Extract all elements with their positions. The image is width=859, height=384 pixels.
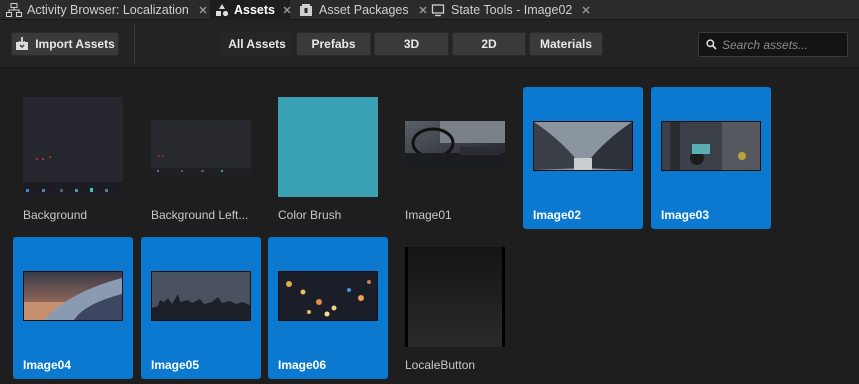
asset-label: Image05: [151, 358, 200, 372]
asset-label: Image04: [23, 358, 72, 372]
search-box[interactable]: [698, 32, 848, 57]
filter-label: Materials: [539, 37, 593, 51]
asset-tile-image02[interactable]: Image02: [523, 87, 643, 229]
tab-asset-packages[interactable]: Asset Packages: [298, 0, 429, 20]
asset-thumbnail: [23, 271, 123, 321]
asset-label: Image02: [533, 208, 582, 222]
tab-label: Activity Browser: Localization: [27, 3, 189, 17]
filter-label: 2D: [481, 37, 497, 51]
asset-thumbnail: [151, 271, 251, 321]
tab-label: State Tools - Image02: [451, 3, 573, 17]
import-icon: [15, 37, 29, 51]
asset-thumbnail: [405, 121, 505, 171]
asset-tile-locale-button[interactable]: LocaleButton: [395, 237, 515, 379]
hierarchy-icon: [6, 2, 22, 18]
asset-grid: Background Background Left... Color Brus…: [0, 69, 859, 384]
tab-assets[interactable]: Assets: [210, 0, 291, 20]
asset-tile-image04[interactable]: Image04: [13, 237, 133, 379]
close-icon[interactable]: [197, 4, 209, 16]
filter-prefabs[interactable]: Prefabs: [296, 32, 371, 56]
tab-label: Asset Packages: [319, 3, 409, 17]
asset-thumbnail: [23, 97, 123, 197]
asset-thumbnail: [278, 271, 378, 321]
filter-materials[interactable]: Materials: [529, 32, 603, 56]
asset-tile-background-left[interactable]: Background Left...: [141, 87, 261, 229]
monitor-icon: [430, 2, 446, 18]
asset-label: Image06: [278, 358, 327, 372]
close-icon[interactable]: [417, 4, 429, 16]
tab-bar: Activity Browser: Localization Assets As…: [0, 0, 859, 20]
tab-state-tools[interactable]: State Tools - Image02: [430, 0, 592, 20]
asset-label: LocaleButton: [405, 358, 476, 372]
asset-tile-image05[interactable]: Image05: [141, 237, 261, 379]
close-icon[interactable]: [283, 4, 291, 16]
search-icon: [706, 39, 717, 50]
toolbar-divider: [134, 24, 135, 64]
tab-activity-browser[interactable]: Activity Browser: Localization: [6, 0, 209, 20]
asset-tile-background[interactable]: Background: [13, 87, 133, 229]
import-assets-label: Import Assets: [35, 37, 115, 51]
tab-label: Assets: [234, 3, 275, 17]
asset-thumbnail: [533, 121, 633, 171]
filter-label: 3D: [403, 37, 420, 51]
filter-2d[interactable]: 2D: [452, 32, 526, 56]
asset-thumbnail: [661, 121, 761, 171]
import-assets-button[interactable]: Import Assets: [11, 32, 119, 56]
asset-tile-image06[interactable]: Image06: [268, 237, 388, 379]
asset-label: Background Left...: [151, 208, 249, 222]
filter-label: Prefabs: [311, 37, 356, 51]
filter-3d[interactable]: 3D: [374, 32, 449, 56]
asset-thumbnail: [151, 120, 251, 176]
filter-label: All Assets: [228, 37, 286, 51]
search-input[interactable]: [722, 37, 840, 52]
filter-all-assets[interactable]: All Assets: [221, 32, 293, 56]
toolbar: Import Assets All Assets Prefabs 3D 2D M…: [0, 20, 859, 68]
asset-tile-image01[interactable]: Image01: [395, 87, 515, 229]
assets-icon: [215, 2, 229, 18]
package-icon: [298, 2, 314, 18]
asset-tile-color-brush[interactable]: Color Brush: [268, 87, 388, 229]
asset-thumbnail: [405, 247, 505, 347]
asset-label: Background: [23, 208, 88, 222]
color-swatch: [278, 97, 378, 197]
asset-label: Color Brush: [278, 208, 342, 222]
close-icon[interactable]: [580, 4, 592, 16]
asset-tile-image03[interactable]: Image03: [651, 87, 771, 229]
asset-label: Image03: [661, 208, 710, 222]
asset-label: Image01: [405, 208, 452, 222]
